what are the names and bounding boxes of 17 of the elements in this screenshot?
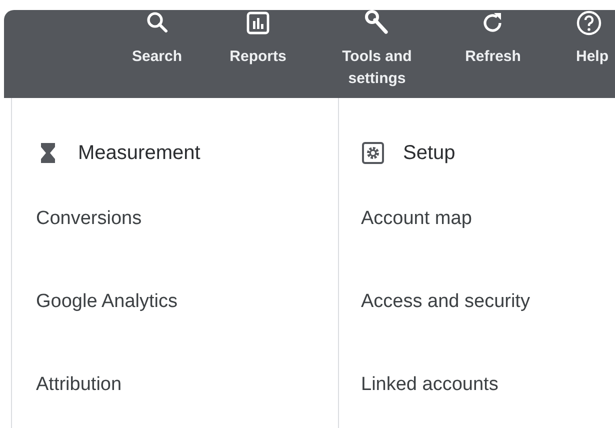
tools-button[interactable]: Tools and settings: [311, 10, 443, 98]
help-icon: [576, 10, 602, 36]
wrench-icon: [364, 10, 390, 36]
menu-link[interactable]: Account map: [361, 208, 530, 291]
search-button[interactable]: Search: [109, 10, 205, 98]
refresh-button[interactable]: Refresh: [443, 10, 543, 98]
menu-link[interactable]: Linked accounts: [361, 374, 530, 428]
menu-link[interactable]: Conversions: [36, 208, 338, 291]
menu-link[interactable]: Attribution: [36, 374, 338, 428]
section-title: Setup: [403, 141, 456, 166]
section-title: Measurement: [78, 141, 200, 166]
chart-icon: [245, 10, 271, 36]
menu-link[interactable]: Google Analytics: [36, 291, 338, 374]
reports-button[interactable]: Reports: [205, 10, 311, 98]
menu-link[interactable]: Access and security: [361, 291, 530, 374]
help-button[interactable]: Help: [576, 10, 612, 98]
gear-icon: [361, 141, 385, 165]
